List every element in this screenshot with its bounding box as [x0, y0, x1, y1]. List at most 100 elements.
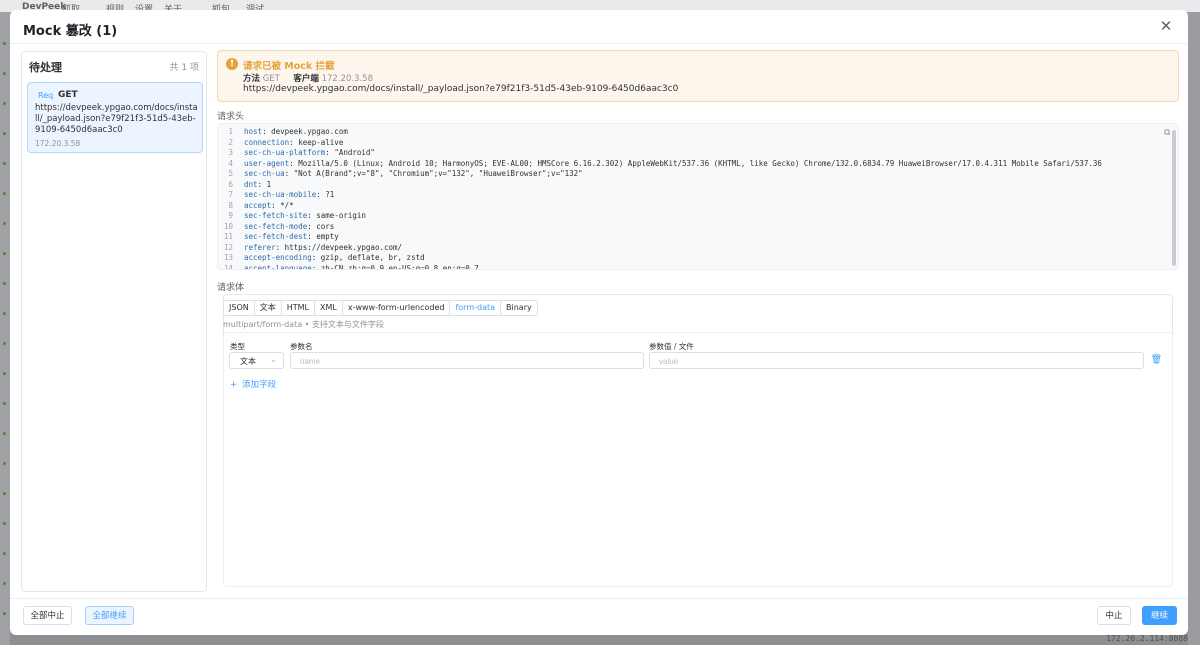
header-value: gzip, deflate, br, zstd: [320, 253, 425, 262]
header-key: host: [244, 127, 263, 136]
header-line: 3 sec-ch-ua-platform: "Android": [218, 148, 1148, 159]
body-type-tabs: JSON 文本 HTML XML x-www-form-urlencoded form-d…: [223, 300, 538, 316]
header-value: ?1: [325, 190, 335, 199]
field-type-select[interactable]: 文本 ⌄: [229, 352, 284, 369]
pending-panel: 待处理 共 1 项 Req GET https://devpeek.ypgao.…: [21, 51, 207, 592]
line-number: 14: [223, 263, 233, 270]
col-value-header: 参数值 / 文件: [649, 342, 694, 351]
header-key: accept-encoding: [244, 253, 312, 262]
header-line: 11 sec-fetch-dest: empty: [218, 232, 1148, 243]
intercept-alert: ! 请求已被 Mock 拦截 方法 GET 客户端 172.20.3.58 ht…: [217, 50, 1179, 102]
header-text: sec-fetch-site: same-origin: [244, 211, 366, 220]
header-value: empty: [316, 232, 339, 241]
header-value: keep-alive: [298, 137, 344, 147]
method-label: 方法: [243, 74, 261, 84]
request-client-ip: 172.20.3.58: [35, 139, 81, 148]
line-number: 5: [228, 169, 233, 178]
delete-icon[interactable]: 🗑: [1151, 355, 1162, 365]
tab-binary[interactable]: Binary: [501, 301, 537, 315]
mock-modal: Mock 篡改 (1) ✕ 待处理 共 1 项 Req GET https://…: [10, 10, 1188, 635]
header-text: host: devpeek.ypgao.com: [244, 127, 348, 136]
line-number: 2: [228, 137, 233, 147]
header-value: zh-CN,zh;q=0.9,en-US;q=0.8,en;q=0.7: [320, 263, 479, 270]
header-value: "Android": [334, 148, 375, 157]
add-field-button[interactable]: + 添加字段: [230, 378, 276, 390]
header-text: sec-ch-ua: "Not A(Brand";v="8", "Chromiu…: [244, 169, 583, 178]
modal-title: Mock 篡改 (1): [23, 24, 118, 39]
header-line: 6 dnt: 1: [218, 180, 1148, 191]
header-key: dnt: [244, 179, 258, 189]
header-line: 5 sec-ch-ua: "Not A(Brand";v="8", "Chromi…: [218, 169, 1148, 180]
header-key: user-agent: [244, 158, 290, 168]
header-line: 8 accept: */*: [218, 201, 1148, 212]
header-line: 1 host: devpeek.ypgao.com: [218, 127, 1148, 138]
header-key: sec-fetch-mode: [244, 221, 308, 231]
tab-text[interactable]: 文本: [255, 301, 282, 315]
header-value: cors: [316, 221, 335, 231]
header-text: referer: https://devpeek.ypgao.com/: [244, 242, 403, 252]
editor-scrollbar[interactable]: [1172, 130, 1176, 266]
field-value-input[interactable]: [650, 354, 1143, 369]
field-value-input-wrap: [649, 352, 1144, 369]
line-number: 8: [228, 200, 233, 210]
line-number: 11: [223, 232, 233, 241]
backdrop-list: [0, 12, 10, 645]
tab-html[interactable]: HTML: [282, 301, 315, 315]
header-line: 2 connection: keep-alive: [218, 138, 1148, 149]
header-key: accept-language: [244, 263, 312, 270]
col-name-header: 参数名: [290, 342, 313, 351]
line-number: 12: [223, 242, 233, 252]
header-line: 9 sec-fetch-site: same-origin: [218, 211, 1148, 222]
header-line: 4 user-agent: Mozilla/5.0 (Linux; Android…: [218, 159, 1148, 170]
continue-all-button[interactable]: 全部继续: [85, 606, 134, 625]
header-text: sec-fetch-dest: empty: [244, 232, 339, 241]
abort-all-button[interactable]: 全部中止: [23, 606, 72, 625]
header-text: accept: */*: [244, 200, 294, 210]
header-key: sec-ch-ua: [244, 169, 285, 178]
client-value: 172.20.3.58: [321, 74, 373, 84]
header-text: dnt: 1: [244, 179, 272, 189]
header-text: connection: keep-alive: [244, 137, 344, 147]
header-value: devpeek.ypgao.com: [271, 127, 348, 136]
alert-title: 请求已被 Mock 拦截: [243, 61, 335, 72]
line-number: 7: [228, 190, 233, 199]
request-url: https://devpeek.ypgao.com/docs/install/_…: [35, 103, 198, 135]
tab-form-data[interactable]: form-data: [450, 301, 502, 315]
col-type-header: 类型: [230, 342, 245, 351]
header-text: accept-language: zh-CN,zh;q=0.9,en-US;q=…: [244, 263, 479, 270]
header-text: sec-ch-ua-platform: "Android": [244, 148, 375, 157]
headers-editor[interactable]: ⧉ 1 host: devpeek.ypgao.com 2 connection: k…: [217, 123, 1179, 270]
plus-icon: +: [230, 380, 238, 390]
backdrop-status-text: 172.20.2.114:8888: [1106, 634, 1188, 643]
tab-json[interactable]: JSON: [224, 301, 255, 315]
close-icon[interactable]: ✕: [1158, 18, 1174, 34]
continue-button[interactable]: 继续: [1142, 606, 1177, 625]
body-hint: multipart/form-data • 支持文本与文件字段: [223, 320, 384, 329]
header-line: 10 sec-fetch-mode: cors: [218, 222, 1148, 233]
backdrop-scrollbar: [1188, 12, 1200, 645]
alert-url: https://devpeek.ypgao.com/docs/install/_…: [243, 84, 679, 94]
header-value: same-origin: [316, 211, 366, 220]
tab-x-www-form-urlencoded[interactable]: x-www-form-urlencoded: [343, 301, 451, 315]
header-key: sec-ch-ua-mobile: [244, 190, 317, 199]
header-text: sec-fetch-mode: cors: [244, 221, 335, 231]
alert-meta: 方法 GET 客户端 172.20.3.58: [243, 72, 373, 84]
body-label: 请求体: [217, 283, 245, 293]
field-name-input[interactable]: [291, 354, 643, 369]
method-value: GET: [262, 74, 280, 84]
header-key: sec-fetch-site: [244, 211, 308, 220]
header-value: "Not A(Brand";v="8", "Chromium";v="132",…: [293, 169, 583, 178]
pending-request-item[interactable]: Req GET https://devpeek.ypgao.com/docs/i…: [27, 82, 203, 153]
line-number: 6: [228, 179, 233, 189]
header-line: 12 referer: https://devpeek.ypgao.com/: [218, 243, 1148, 254]
pending-header: 待处理 共 1 项: [22, 52, 206, 79]
header-key: accept: [244, 200, 272, 210]
tab-xml[interactable]: XML: [315, 301, 343, 315]
pending-count: 共 1 项: [169, 63, 199, 73]
headers-label: 请求头: [217, 112, 245, 122]
line-number: 1: [228, 127, 233, 136]
request-type-badge: Req: [38, 91, 54, 100]
abort-button[interactable]: 中止: [1097, 606, 1131, 625]
header-key: sec-fetch-dest: [244, 232, 308, 241]
form-data-fields: 类型 参数名 参数值 / 文件 文本 ⌄ 🗑 + 添加字段: [223, 332, 1173, 587]
